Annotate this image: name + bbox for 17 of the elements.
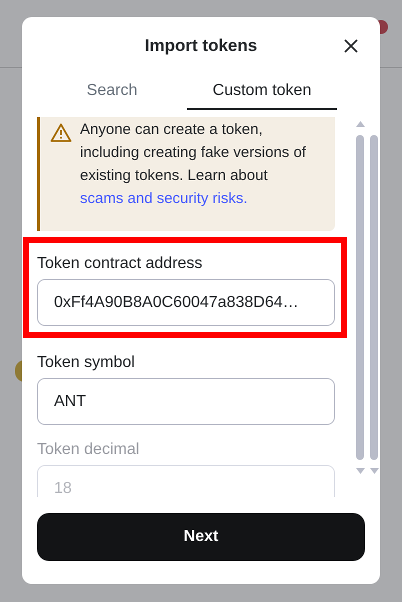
tab[interactable]: Search xyxy=(37,73,187,110)
close-button[interactable] xyxy=(342,37,360,55)
field-label: Token contract address xyxy=(37,254,204,274)
next-button[interactable]: Next xyxy=(37,513,365,561)
scrollbar-thumb[interactable] xyxy=(356,135,364,460)
scroll-up-icon[interactable] xyxy=(356,121,364,127)
dialog-title: Import tokens xyxy=(144,35,258,58)
input-field[interactable]: 0xFf4A90B8A0C60047a838D64… xyxy=(37,279,335,326)
field-label: Token decimal xyxy=(37,440,140,460)
warning-text: Anyone can create a token, including creating fake versions of existing tokens. Learn about scams and security risks. xyxy=(80,120,307,209)
tab[interactable]: Custom token xyxy=(187,73,337,110)
close-icon xyxy=(344,39,358,53)
input-field[interactable]: ANT xyxy=(37,378,335,425)
warning-icon xyxy=(50,123,72,142)
scams-link[interactable]: scams and security risks. xyxy=(80,190,248,207)
scrollbar-thumb[interactable] xyxy=(370,135,378,460)
field-label: Token symbol xyxy=(37,353,136,373)
